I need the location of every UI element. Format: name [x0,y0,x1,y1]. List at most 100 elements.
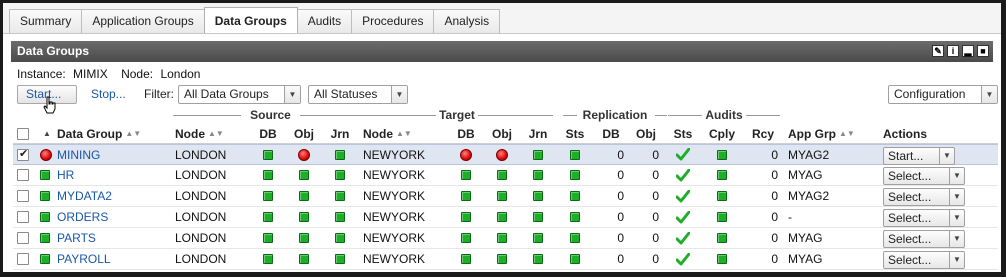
source-jrn-ok-icon [335,212,345,222]
tab-data-groups[interactable]: Data Groups [203,7,298,33]
row-action-value: Start... [888,149,924,163]
column-repl-sts: Sts [565,126,585,141]
column-source-obj: Obj [294,126,314,141]
column-target-node-label: Node [363,126,393,141]
data-group-filter-select[interactable]: All Data Groups ▼ [178,85,301,104]
panel-header: Data Groups ✎ i ▂ ■ [11,41,993,62]
tab-audits[interactable]: Audits [296,9,353,33]
row-status-ok-icon [40,191,50,201]
target-db-ok-icon [461,191,471,201]
column-target-db: DB [457,126,475,141]
target-jrn-ok-icon [533,191,543,201]
tab-summary[interactable]: Summary [9,9,83,33]
audit-cply-ok-icon [717,170,727,180]
filter-label: Filter: [144,87,174,101]
maximize-icon[interactable]: ■ [977,45,989,57]
source-node-cell: LONDON [175,231,227,245]
target-db-error-icon [460,148,472,161]
minimize-icon[interactable]: ▂ [962,45,974,57]
row-action-select[interactable]: Select... ▼ [883,188,965,206]
status-filter-select[interactable]: All Statuses ▼ [308,85,408,104]
configuration-value: Configuration [894,87,966,101]
table-row[interactable]: PAYROLL LONDON NEWYORK 0 0 0 MYAG Select… [13,249,998,270]
target-db-ok-icon [461,254,471,264]
audit-sts-checkmark-icon [676,231,690,244]
select-all-checkbox[interactable] [17,127,29,140]
tab-application-groups[interactable]: Application Groups [81,9,205,33]
node-label: Node: [121,67,154,81]
source-db-ok-icon [263,233,273,243]
row-action-select[interactable]: Select... ▼ [883,251,965,269]
chevron-down-icon: ▼ [949,210,964,226]
data-group-link[interactable]: PAYROLL [57,252,111,266]
column-app-grp[interactable]: App Grp ▲▼ [788,124,855,143]
sort-icon: ▲▼ [839,129,855,138]
target-obj-ok-icon [497,233,507,243]
row-action-value: Select... [888,253,932,267]
toolbar: Start... Stop... Filter: All Data Groups… [17,85,998,105]
table-row[interactable]: ORDERS LONDON NEWYORK 0 0 0 - Select... … [13,207,998,228]
row-status-ok-icon [40,170,50,180]
replication-group-header: Replication [563,107,667,123]
audit-sts-checkmark-icon [676,168,690,181]
tab-procedures[interactable]: Procedures [351,9,435,33]
row-checkbox[interactable] [17,169,29,181]
source-jrn-ok-icon [335,191,345,201]
column-audit-sts: Sts [673,126,693,141]
column-source-node[interactable]: Node ▲▼ [175,124,224,143]
column-data-group[interactable]: Data Group ▲▼ [57,124,141,143]
tab-list: Summary Application Groups Data Groups A… [9,7,501,33]
row-checkbox[interactable] [17,232,29,244]
replication-db-cell: 0 [617,252,624,266]
replication-db-cell: 0 [617,210,624,224]
table-row[interactable]: HR LONDON NEWYORK 0 0 0 MYAG Select... ▼ [13,165,998,186]
chevron-down-icon: ▼ [949,231,964,247]
stop-button[interactable]: Stop... [91,87,126,101]
target-db-ok-icon [461,170,471,180]
source-db-ok-icon [263,170,273,180]
row-action-value: Select... [888,190,932,204]
sort-asc-icon[interactable]: ▲ [43,124,51,143]
table-row[interactable]: MYDATA2 LONDON NEWYORK 0 0 0 MYAG2 Selec… [13,186,998,207]
row-checkbox[interactable] [17,211,29,223]
chevron-down-icon: ▼ [949,252,964,268]
replication-obj-cell: 0 [652,210,659,224]
row-status-ok-icon [40,212,50,222]
data-group-link[interactable]: MYDATA2 [57,189,112,203]
edit-icon[interactable]: ✎ [932,45,944,57]
app-grp-cell: - [788,210,792,224]
target-jrn-ok-icon [533,170,543,180]
data-group-link[interactable]: MINING [57,148,100,162]
info-icon[interactable]: i [947,45,959,57]
table-row[interactable]: PARTS LONDON NEWYORK 0 0 0 MYAG Select..… [13,228,998,249]
table-row[interactable]: MINING LONDON NEWYORK 0 0 0 MYAG2 Start.… [13,144,998,165]
target-node-cell: NEWYORK [363,189,426,203]
target-jrn-ok-icon [533,254,543,264]
replication-sts-ok-icon [570,149,580,160]
app-grp-cell: MYAG [788,168,823,182]
source-obj-ok-icon [299,191,309,201]
column-repl-db: DB [602,126,620,141]
node-value: London [160,67,201,81]
audit-cply-ok-icon [717,149,727,160]
tab-analysis[interactable]: Analysis [433,9,501,33]
row-checkbox[interactable] [17,190,29,202]
row-action-select[interactable]: Start... ▼ [883,147,955,165]
target-jrn-ok-icon [533,233,543,243]
row-checkbox[interactable] [17,253,29,265]
row-status-ok-icon [40,233,50,243]
column-target-node[interactable]: Node ▲▼ [363,124,412,143]
row-action-select[interactable]: Select... ▼ [883,167,965,185]
source-db-ok-icon [263,191,273,201]
row-action-select[interactable]: Select... ▼ [883,230,965,248]
target-db-ok-icon [461,233,471,243]
configuration-select[interactable]: Configuration ▼ [888,85,998,104]
row-action-select[interactable]: Select... ▼ [883,209,965,227]
data-group-link[interactable]: ORDERS [57,210,108,224]
row-checkbox[interactable] [17,147,29,161]
chevron-down-icon: ▼ [949,168,964,184]
chevron-down-icon: ▼ [981,86,997,103]
data-group-link[interactable]: HR [57,168,74,182]
data-group-link[interactable]: PARTS [57,231,96,245]
replication-group-label: Replication [582,108,648,122]
